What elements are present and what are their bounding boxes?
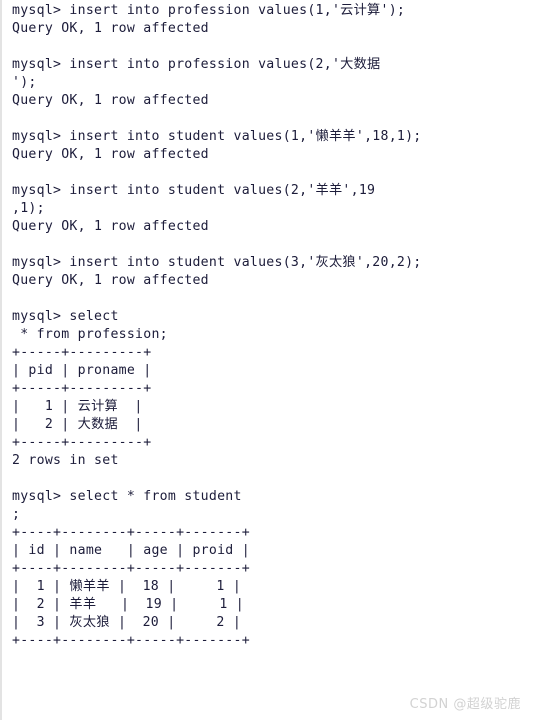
terminal-line: * from profession; [12, 327, 168, 342]
terminal-line: | 3 | 灰太狼 | 20 | 2 | [12, 615, 242, 630]
terminal-line: mysql> insert into student values(2,'羊羊'… [12, 183, 376, 198]
terminal-line: Query OK, 1 row affected [12, 219, 209, 234]
terminal-line: | 1 | 懒羊羊 | 18 | 1 | [12, 579, 242, 594]
terminal-line: | 2 | 羊羊 | 19 | 1 | [12, 597, 244, 612]
terminal-console[interactable]: mysql> insert into profession values(1,'… [0, 0, 533, 720]
terminal-line: Query OK, 1 row affected [12, 21, 209, 36]
terminal-line: Query OK, 1 row affected [12, 147, 209, 162]
terminal-line: | id | name | age | proid | [12, 543, 250, 558]
terminal-line: mysql> insert into student values(3,'灰太狼… [12, 255, 422, 270]
terminal-line: +----+--------+-----+-------+ [12, 525, 250, 540]
terminal-line: +-----+---------+ [12, 435, 152, 450]
terminal-line: mysql> select * from student [12, 489, 242, 504]
terminal-line: '); [12, 75, 37, 90]
terminal-line: +----+--------+-----+-------+ [12, 561, 250, 576]
terminal-line: mysql> insert into student values(1,'懒羊羊… [12, 129, 422, 144]
terminal-line: mysql> select [12, 309, 119, 324]
terminal-line: +-----+---------+ [12, 345, 152, 360]
terminal-line: +----+--------+-----+-------+ [12, 633, 250, 648]
terminal-line: | 1 | 云计算 | [12, 399, 143, 414]
terminal-line: mysql> insert into profession values(2,'… [12, 57, 381, 72]
terminal-line: Query OK, 1 row affected [12, 93, 209, 108]
terminal-line: +-----+---------+ [12, 381, 152, 396]
terminal-line: mysql> insert into profession values(1,'… [12, 3, 406, 18]
terminal-line: | pid | proname | [12, 363, 152, 378]
terminal-line: Query OK, 1 row affected [12, 273, 209, 288]
terminal-line: ; [12, 507, 21, 522]
terminal-line: 2 rows in set [12, 453, 119, 468]
terminal-line: ,1); [12, 201, 45, 216]
terminal-line: | 2 | 大数据 | [12, 417, 143, 432]
